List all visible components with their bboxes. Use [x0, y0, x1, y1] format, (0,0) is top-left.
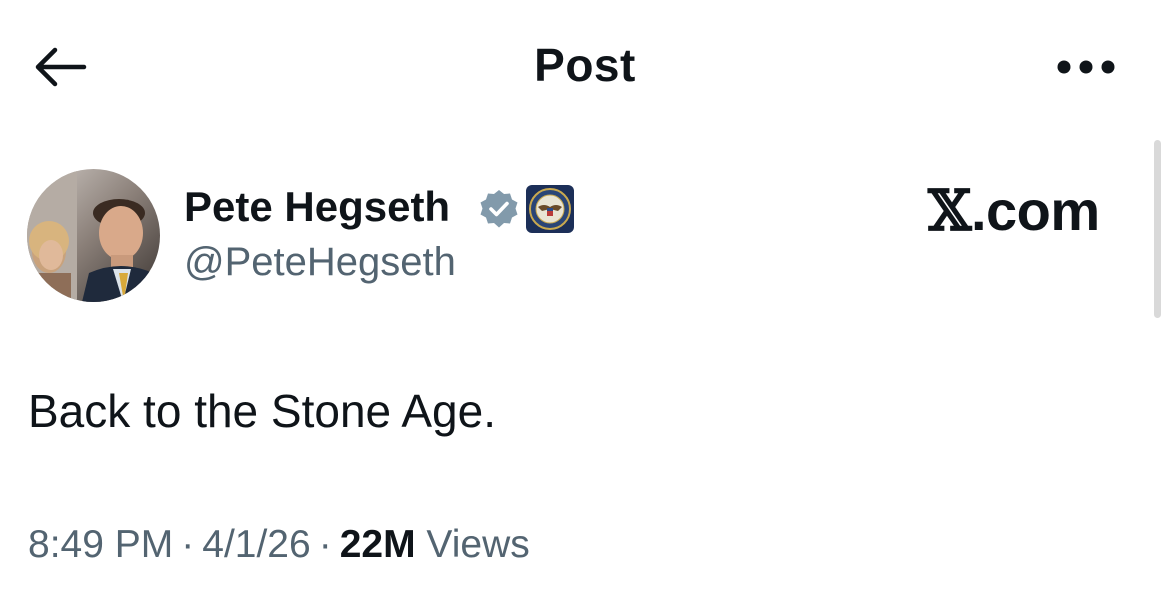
more-horizontal-icon [1057, 60, 1115, 74]
views-count[interactable]: 22M [340, 523, 416, 566]
meta-separator: · [318, 523, 332, 566]
avatar-photo [27, 169, 160, 302]
author-handle[interactable]: @PeteHegseth [184, 240, 456, 285]
post-time[interactable]: 8:49 PM [28, 523, 173, 566]
more-options-button[interactable] [1046, 44, 1126, 90]
watermark-suffix: .com [970, 179, 1100, 242]
author-display-name[interactable]: Pete Hegseth [184, 183, 450, 231]
post-text: Back to the Stone Age. [28, 385, 496, 437]
verified-badge-icon[interactable] [478, 188, 520, 230]
views-label: Views [426, 523, 530, 566]
scrollbar[interactable] [1154, 140, 1161, 318]
avatar[interactable] [27, 169, 160, 302]
meta-separator: · [181, 523, 195, 566]
x-com-watermark: 𝕏.com [928, 178, 1100, 244]
department-of-defense-seal-icon[interactable] [526, 185, 574, 233]
post-meta: 8:49 PM · 4/1/26 · 22M Views [28, 523, 530, 567]
x-logo-icon: 𝕏 [928, 178, 971, 244]
page-title: Post [534, 39, 636, 91]
post-date[interactable]: 4/1/26 [202, 523, 310, 566]
